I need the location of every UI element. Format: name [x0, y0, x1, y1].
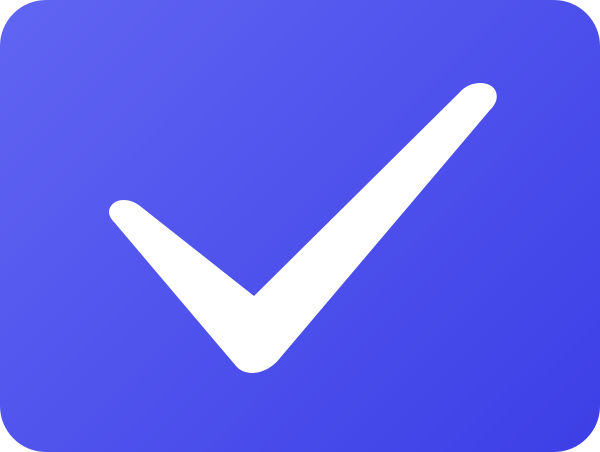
- checkmark-tile[interactable]: [0, 0, 600, 452]
- checkmark-icon: [109, 83, 497, 373]
- check-stroke: [109, 83, 497, 373]
